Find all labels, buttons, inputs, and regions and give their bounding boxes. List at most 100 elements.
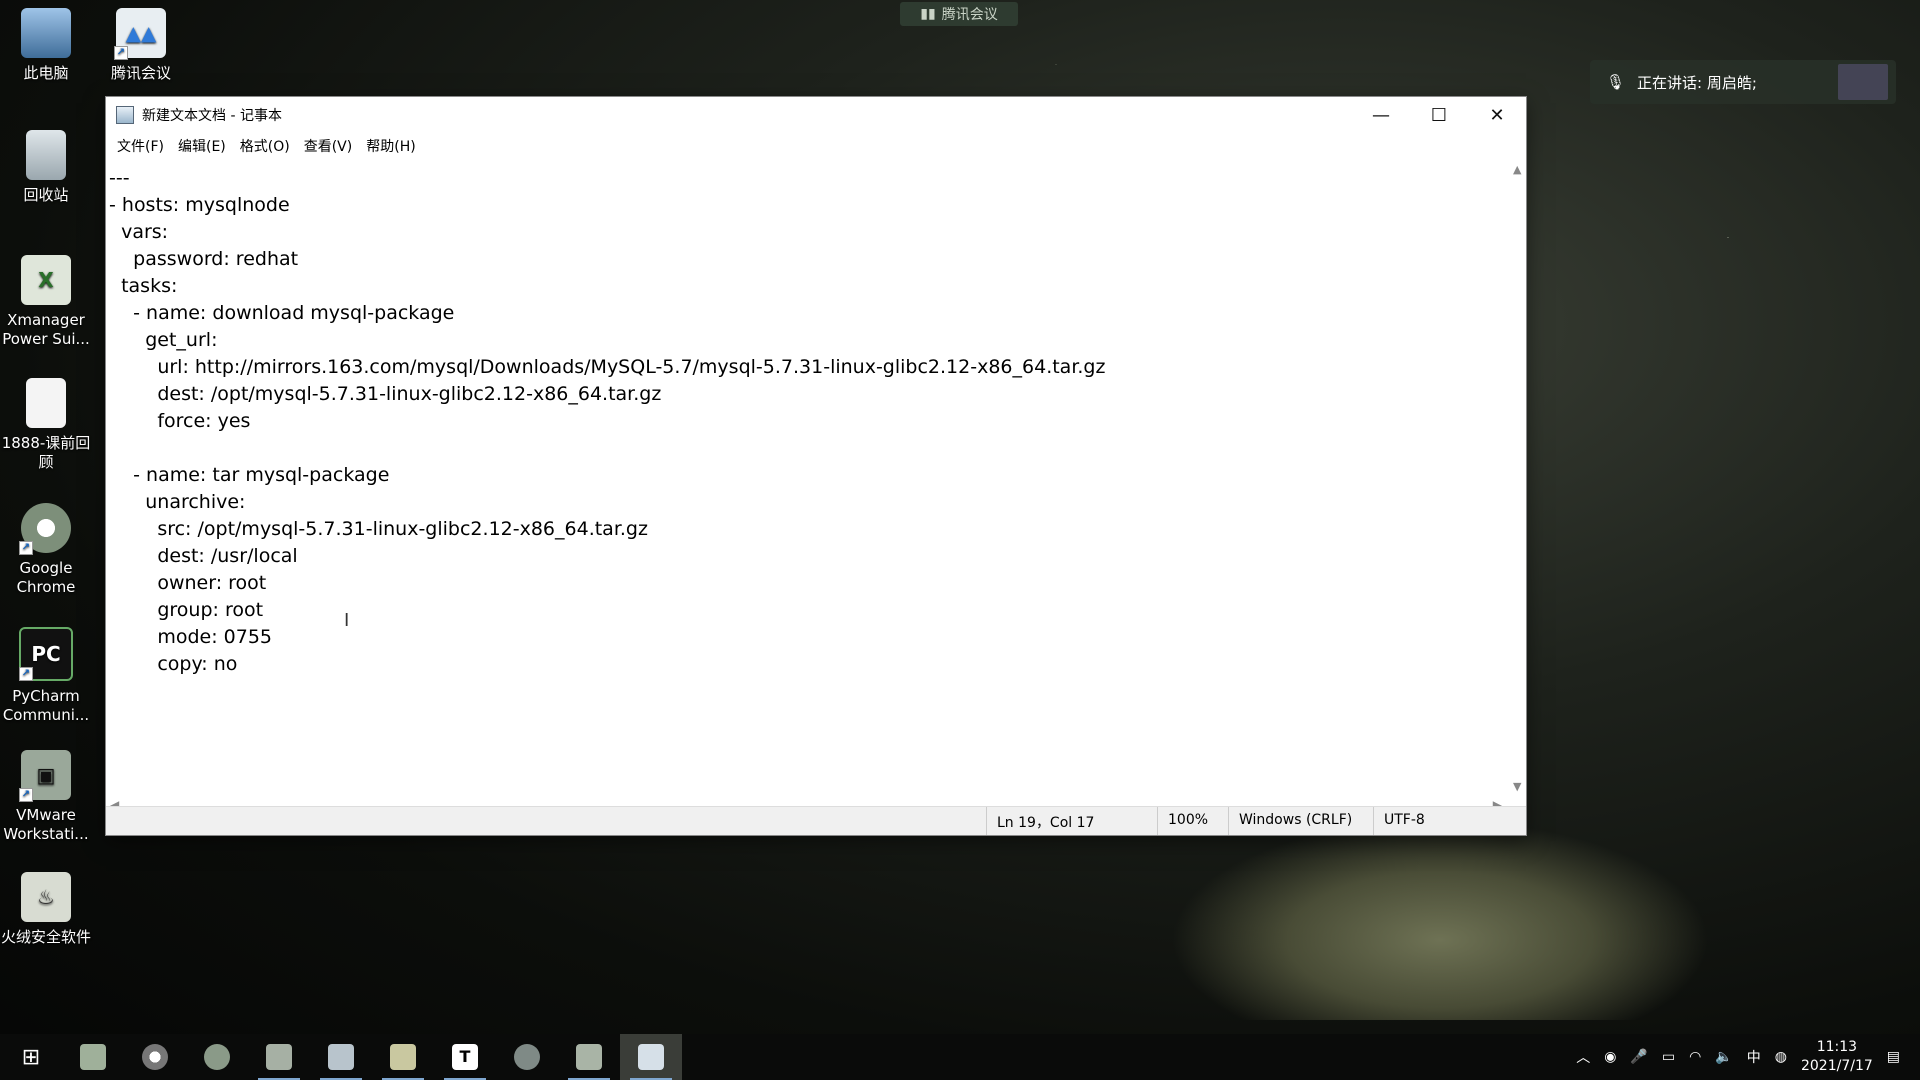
status-line-ending: Windows (CRLF) bbox=[1228, 807, 1373, 835]
huorong-icon: ♨ bbox=[21, 872, 71, 922]
menu-file[interactable]: 文件(F) bbox=[110, 136, 171, 156]
ime-indicator[interactable]: 中 bbox=[1747, 1047, 1761, 1067]
editor-content[interactable]: --- - hosts: mysqlnode vars: password: r… bbox=[106, 165, 1510, 678]
chrome-icon: ↗ bbox=[19, 503, 71, 555]
xmanager-icon: X bbox=[21, 255, 71, 305]
volume-icon[interactable]: 🔈 bbox=[1715, 1049, 1732, 1065]
taskbar-app-vmware[interactable] bbox=[248, 1034, 310, 1080]
qq-icon[interactable]: ◍ bbox=[1775, 1049, 1787, 1065]
status-encoding: UTF-8 bbox=[1373, 807, 1474, 835]
notepad-icon bbox=[116, 106, 134, 124]
start-button[interactable]: ⊞ bbox=[0, 1034, 62, 1080]
text-editor[interactable]: --- - hosts: mysqlnode vars: password: r… bbox=[106, 165, 1510, 797]
desktop-icon-recycle-bin[interactable]: 回收站 bbox=[0, 130, 92, 205]
desktop-icon-label: 此电脑 bbox=[23, 64, 69, 82]
status-position: Ln 19，Col 17 bbox=[986, 807, 1157, 835]
taskbar-app-typora[interactable]: T bbox=[434, 1034, 496, 1080]
wechat-icon bbox=[204, 1044, 230, 1070]
scroll-down-icon[interactable]: ▼ bbox=[1513, 780, 1521, 793]
status-zoom: 100% bbox=[1157, 807, 1228, 835]
meeting-bar-label: 腾讯会议 bbox=[941, 7, 998, 23]
tray-app-icon[interactable]: ◉ bbox=[1604, 1049, 1616, 1065]
minimize-button[interactable]: — bbox=[1352, 97, 1410, 133]
desktop-icon-label: Xmanager Power Sui... bbox=[2, 311, 90, 348]
notepad-window: 新建文本文档 - 记事本 — ☐ ✕ 文件(F) 编辑(E) 格式(O) 查看(… bbox=[106, 97, 1526, 835]
desktop-icon-pycharm[interactable]: PC ↗ PyCharm Communi... bbox=[0, 627, 92, 725]
desktop-icon-vmware[interactable]: ▣ ↗ VMware Workstati... bbox=[0, 750, 92, 844]
title-bar[interactable]: 新建文本文档 - 记事本 — ☐ ✕ bbox=[106, 97, 1526, 133]
menu-format[interactable]: 格式(O) bbox=[233, 136, 297, 156]
scroll-up-icon[interactable]: ▲ bbox=[1513, 163, 1521, 176]
desktop-icon-label: 回收站 bbox=[23, 186, 69, 204]
speaker-indicator: 🎙 正在讲话: 周启皓; bbox=[1590, 60, 1896, 104]
meeting-toolbar[interactable]: ▮▮ 腾讯会议 bbox=[900, 2, 1018, 26]
chevron-up-icon[interactable]: ︿ bbox=[1576, 1047, 1590, 1067]
window-title: 新建文本文档 - 记事本 bbox=[142, 108, 282, 124]
desktop-icon-document[interactable]: 1888-课前回顾 bbox=[0, 378, 92, 472]
system-tray: ︿ ◉ 🎤 ▭ ◠ 🔈 中 ◍ 11:13 2021/7/17 ▤ bbox=[1576, 1038, 1920, 1076]
signal-icon: ▮▮ bbox=[920, 6, 936, 22]
vmware-icon: ▣ ↗ bbox=[19, 750, 71, 802]
vertical-scrollbar[interactable]: ▲ ▼ bbox=[1510, 159, 1526, 797]
notification-icon[interactable]: ▤ bbox=[1887, 1049, 1900, 1065]
xshell-icon bbox=[576, 1044, 602, 1070]
status-bar: Ln 19，Col 17 100% Windows (CRLF) UTF-8 bbox=[106, 806, 1526, 835]
microphone-icon: 🎙 bbox=[1606, 73, 1626, 91]
clock-date: 2021/7/17 bbox=[1800, 1058, 1873, 1074]
xmanager-icon bbox=[80, 1044, 106, 1070]
windows-icon: ⊞ bbox=[21, 1044, 41, 1070]
desktop-icon-this-pc[interactable]: 此电脑 bbox=[0, 8, 92, 83]
shortcut-arrow-icon: ↗ bbox=[19, 667, 33, 681]
notepad-icon bbox=[638, 1044, 664, 1070]
desktop-icon-label: Google Chrome bbox=[16, 559, 76, 596]
status-spacer bbox=[106, 807, 986, 835]
desktop-icon-chrome[interactable]: ↗ Google Chrome bbox=[0, 503, 92, 597]
shortcut-arrow-icon: ↗ bbox=[114, 46, 128, 60]
battery-icon[interactable]: ▭ bbox=[1662, 1049, 1675, 1065]
recycle-bin-icon bbox=[26, 130, 66, 180]
desktop-icon-label: 腾讯会议 bbox=[110, 64, 171, 82]
taskbar-app-browser[interactable] bbox=[496, 1034, 558, 1080]
taskbar-app-xmanager[interactable] bbox=[62, 1034, 124, 1080]
document-icon bbox=[26, 378, 66, 428]
clock-time: 11:13 bbox=[1816, 1039, 1858, 1055]
desktop-icon-label: VMware Workstati... bbox=[3, 806, 89, 843]
network-icon[interactable]: ◠ bbox=[1689, 1049, 1701, 1065]
microphone-icon[interactable]: 🎤 bbox=[1630, 1049, 1647, 1065]
speaker-avatar bbox=[1838, 64, 1888, 100]
shortcut-arrow-icon: ↗ bbox=[19, 788, 33, 802]
shortcut-arrow-icon: ↗ bbox=[19, 541, 33, 555]
taskbar-app-tencent-meeting[interactable] bbox=[310, 1034, 372, 1080]
menu-edit[interactable]: 编辑(E) bbox=[171, 136, 233, 156]
clock[interactable]: 11:13 2021/7/17 bbox=[1801, 1038, 1873, 1076]
vmware-icon bbox=[266, 1044, 292, 1070]
tencent-meeting-icon: ▲▲ ↗ bbox=[114, 8, 166, 60]
typora-icon: T bbox=[452, 1044, 478, 1070]
taskbar: ⊞ T ︿ ◉ 🎤 ▭ ◠ 🔈 中 ◍ 11:13 2021/7/17 ▤ bbox=[0, 1034, 1920, 1080]
desktop-icon-label: PyCharm Communi... bbox=[2, 687, 90, 724]
taskbar-app-notepad[interactable] bbox=[620, 1034, 682, 1080]
desktop-icon-xmanager[interactable]: X Xmanager Power Sui... bbox=[0, 255, 92, 349]
tencent-meeting-icon bbox=[328, 1044, 354, 1070]
speaker-text: 正在讲话: 周启皓; bbox=[1637, 73, 1757, 92]
taskbar-app-wechat[interactable] bbox=[186, 1034, 248, 1080]
file-explorer-icon bbox=[390, 1044, 416, 1070]
close-button[interactable]: ✕ bbox=[1468, 97, 1526, 133]
desktop-icon-huorong[interactable]: ♨ 火绒安全软件 bbox=[0, 872, 92, 947]
desktop-icon-label: 火绒安全软件 bbox=[0, 928, 91, 946]
taskbar-app-chrome[interactable] bbox=[124, 1034, 186, 1080]
desktop-icon-tencent-meeting[interactable]: ▲▲ ↗ 腾讯会议 bbox=[95, 8, 187, 83]
browser-icon bbox=[514, 1044, 540, 1070]
chrome-icon bbox=[142, 1044, 168, 1070]
maximize-button[interactable]: ☐ bbox=[1410, 97, 1468, 133]
menu-bar: 文件(F) 编辑(E) 格式(O) 查看(V) 帮助(H) bbox=[106, 133, 1526, 159]
desktop-icon-label: 1888-课前回顾 bbox=[1, 434, 91, 471]
taskbar-app-file-explorer[interactable] bbox=[372, 1034, 434, 1080]
taskbar-app-xshell[interactable] bbox=[558, 1034, 620, 1080]
computer-icon bbox=[21, 8, 71, 58]
menu-help[interactable]: 帮助(H) bbox=[359, 136, 422, 156]
text-cursor-icon: I bbox=[344, 610, 350, 631]
pycharm-icon: PC ↗ bbox=[19, 627, 73, 681]
menu-view[interactable]: 查看(V) bbox=[297, 136, 360, 156]
wallpaper-tent bbox=[1170, 820, 1710, 1020]
